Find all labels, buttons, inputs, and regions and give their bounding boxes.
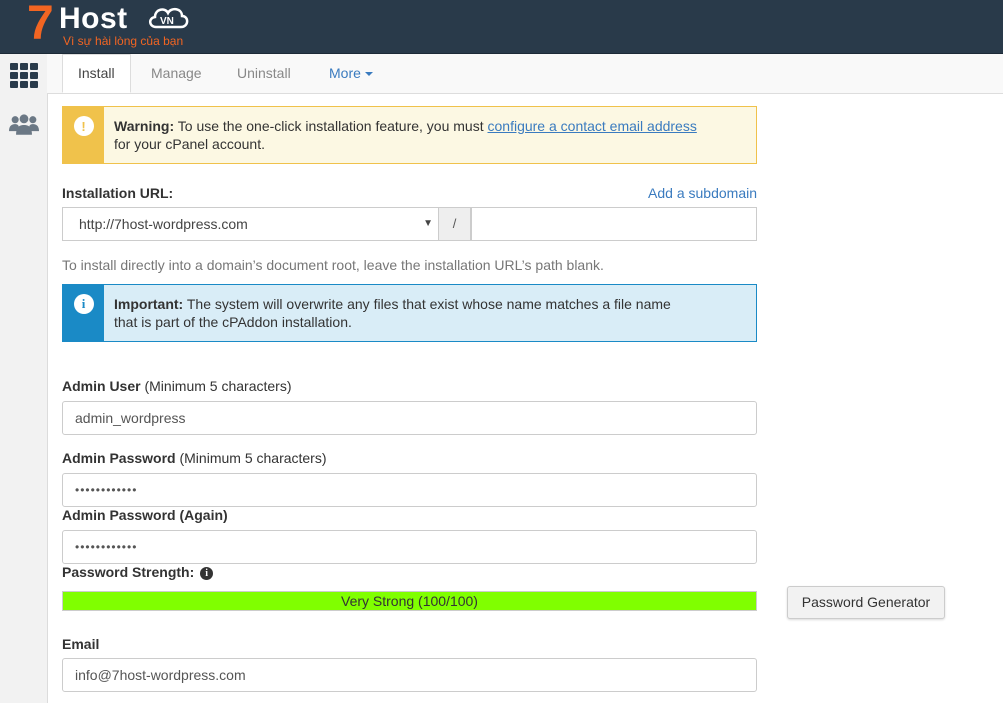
users-icon[interactable] (9, 110, 39, 140)
warning-sidebar: ! (63, 107, 104, 163)
add-subdomain-link[interactable]: Add a subdomain (648, 185, 757, 201)
email-input[interactable]: info@7host-wordpress.com (62, 658, 757, 692)
domain-select-value: http://7host-wordpress.com (79, 216, 248, 232)
important-text: Important: The system will overwrite any… (104, 285, 681, 341)
important-line1: The system will overwrite any files that… (183, 296, 671, 312)
url-separator: / (439, 207, 471, 241)
left-sidebar (0, 54, 48, 703)
important-line2: that is part of the cPAddon installation… (114, 314, 352, 330)
tab-more-label: More (329, 65, 361, 81)
tab-more[interactable]: More (314, 54, 388, 93)
info-sidebar: i (63, 285, 104, 341)
strength-meter-text: Very Strong (100/100) (341, 593, 478, 609)
admin-password-again-input[interactable]: •••••••••••• (62, 530, 757, 564)
password-strength-label: Password Strength: i (62, 564, 214, 580)
configure-email-link[interactable]: configure a contact email address (488, 118, 697, 134)
cloud-logo-icon: VN (146, 3, 190, 34)
top-header: 7 Host VN Vì sự hài lòng của bạn (0, 0, 1003, 54)
strength-info-icon[interactable]: i (200, 566, 214, 580)
logo-seven: 7 (27, 0, 54, 50)
url-help-text: To install directly into a domain’s docu… (62, 257, 604, 273)
important-strong: Important: (114, 296, 184, 312)
exclamation-icon: ! (73, 116, 94, 136)
installation-url-label: Installation URL: (62, 185, 174, 201)
admin-user-label: Admin User (Minimum 5 characters) (62, 378, 292, 394)
important-alert: i Important: The system will overwrite a… (62, 284, 757, 342)
caret-down-icon (364, 72, 373, 77)
tab-bar: Install Manage Uninstall More (47, 54, 1003, 94)
warning-alert: ! Warning: To use the one-click installa… (62, 106, 757, 164)
password-generator-button[interactable]: Password Generator (787, 586, 945, 619)
logo-host: Host (59, 2, 128, 35)
warning-text: Warning: To use the one-click installati… (104, 107, 707, 163)
admin-password-label: Admin Password (Minimum 5 characters) (62, 450, 327, 466)
email-label: Email (62, 636, 100, 652)
admin-password-again-label: Admin Password (Again) (62, 507, 228, 523)
tab-uninstall[interactable]: Uninstall (222, 54, 306, 93)
tab-install[interactable]: Install (62, 54, 131, 93)
domain-select[interactable]: http://7host-wordpress.com ▼ (62, 207, 439, 241)
tab-manage[interactable]: Manage (136, 54, 217, 93)
warning-strong: Warning: (114, 118, 175, 134)
admin-password-input[interactable]: •••••••••••• (62, 473, 757, 507)
info-icon: i (73, 294, 94, 314)
svg-text:VN: VN (160, 16, 174, 27)
url-path-input[interactable] (471, 207, 757, 241)
select-arrow-icon: ▼ (423, 218, 433, 229)
grid-icon[interactable] (9, 61, 39, 91)
logo-tagline: Vì sự hài lòng của bạn (63, 34, 184, 48)
warning-text-after: for your cPanel account. (114, 136, 265, 152)
password-strength-meter: Very Strong (100/100) (62, 591, 757, 611)
warning-text-before: To use the one-click installation featur… (174, 118, 488, 134)
admin-user-input[interactable]: admin_wordpress (62, 401, 757, 435)
